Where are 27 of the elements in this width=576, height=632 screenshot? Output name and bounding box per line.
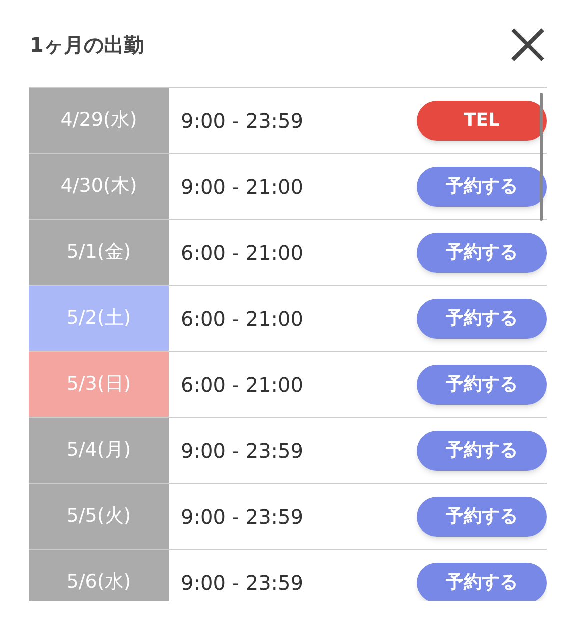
reserve-button[interactable]: 予約する — [417, 166, 547, 206]
hours-text: 6:00 - 21:00 — [181, 240, 304, 266]
date-cell: 5/3(日) — [29, 352, 169, 417]
hours-text: 6:00 - 21:00 — [181, 306, 304, 332]
tel-button[interactable]: TEL — [417, 100, 547, 140]
dialog-title: 1ヶ月の出勤 — [30, 32, 144, 59]
reserve-button[interactable]: 予約する — [417, 298, 547, 338]
reserve-button[interactable]: 予約する — [417, 232, 547, 272]
date-cell: 5/2(土) — [29, 286, 169, 351]
hours-text: 6:00 - 21:00 — [181, 372, 304, 398]
hours-text: 9:00 - 23:59 — [181, 504, 304, 530]
scrollbar[interactable] — [540, 93, 543, 221]
date-cell: 5/1(金) — [29, 220, 169, 285]
reserve-button[interactable]: 予約する — [417, 364, 547, 404]
hours-text: 9:00 - 23:59 — [181, 438, 304, 464]
date-cell: 4/30(木) — [29, 154, 169, 219]
date-cell: 4/29(水) — [29, 88, 169, 153]
reserve-button[interactable]: 予約する — [417, 430, 547, 470]
reserve-button[interactable]: 予約する — [417, 562, 547, 601]
close-icon[interactable] — [510, 27, 546, 63]
date-cell: 5/4(月) — [29, 418, 169, 483]
date-cell: 5/6(水) — [29, 550, 169, 601]
hours-text: 9:00 - 21:00 — [181, 174, 304, 200]
hours-text: 9:00 - 23:59 — [181, 108, 304, 134]
reserve-button[interactable]: 予約する — [417, 496, 547, 536]
hours-text: 9:00 - 23:59 — [181, 570, 304, 596]
date-cell: 5/5(火) — [29, 484, 169, 549]
